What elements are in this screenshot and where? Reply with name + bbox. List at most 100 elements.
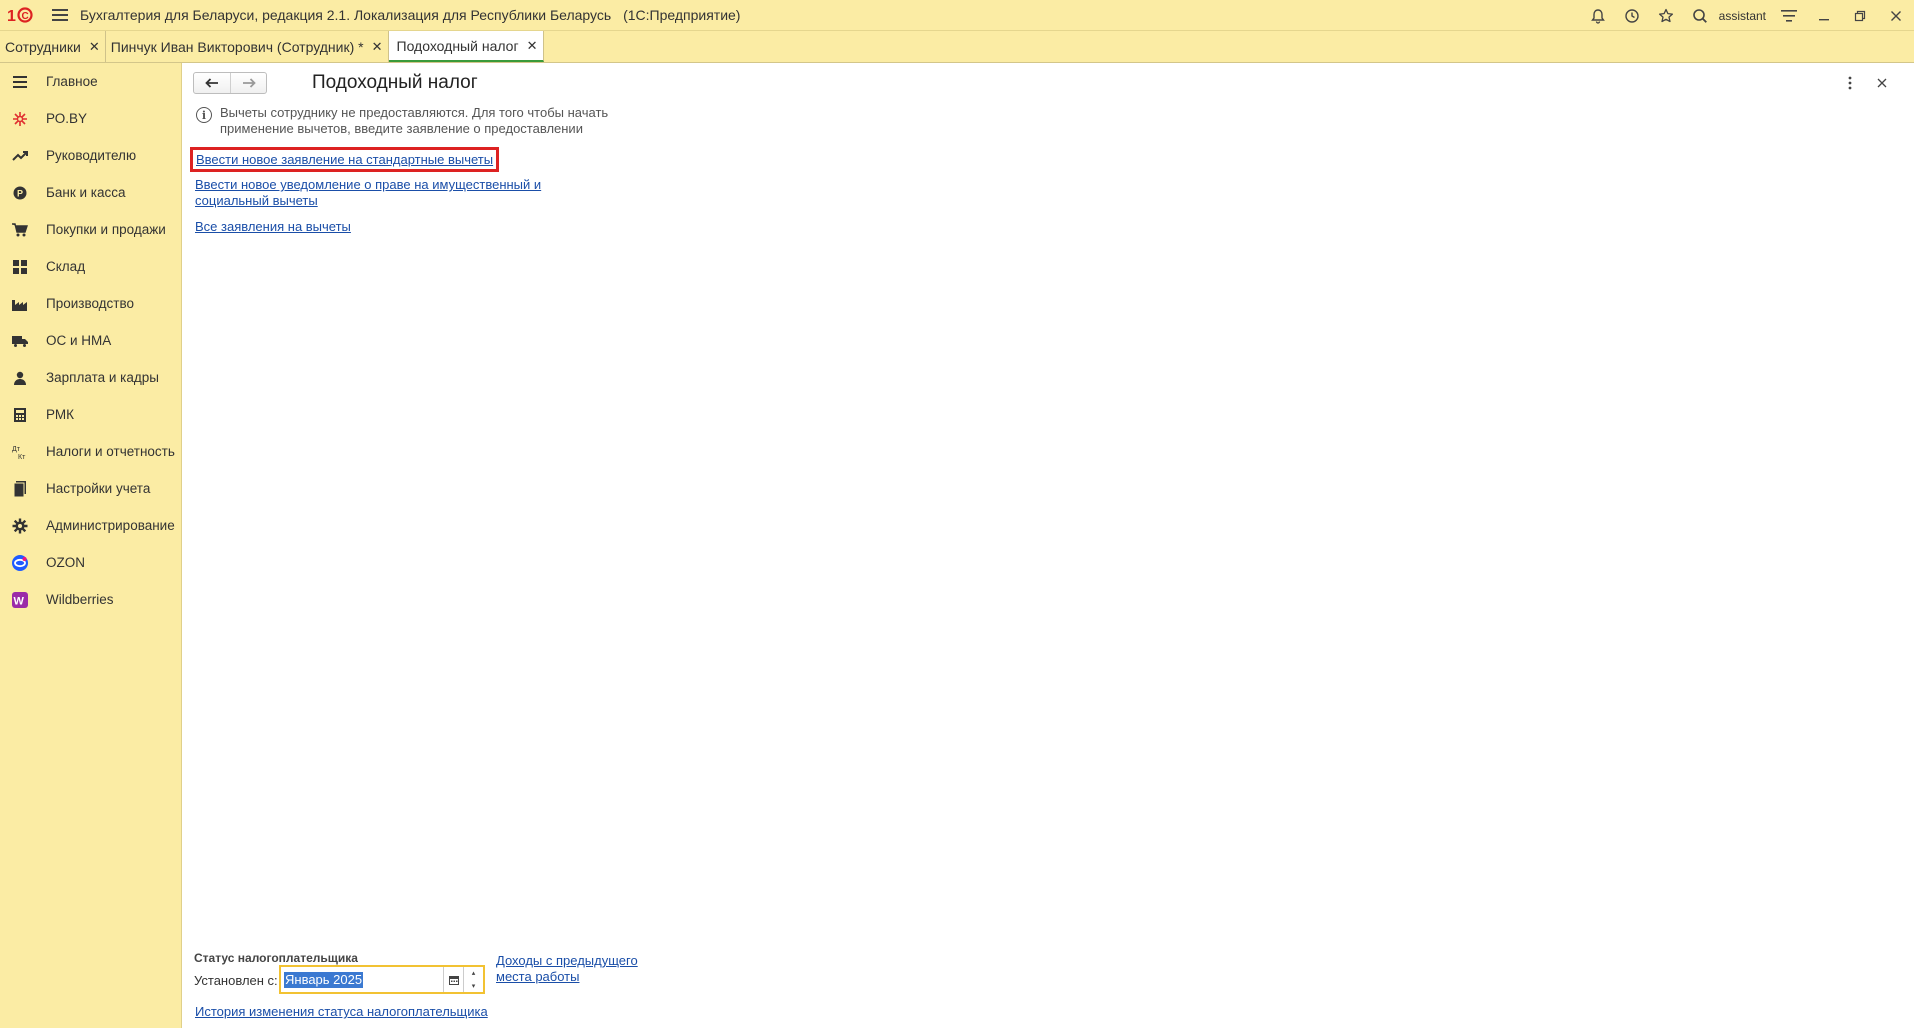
tab-employee-card[interactable]: Пинчук Иван Викторович (Сотрудник) * ✕ xyxy=(106,31,389,62)
truck-icon xyxy=(12,333,28,349)
coin-icon: Р xyxy=(12,185,28,201)
sidebar-item-accounting-settings[interactable]: Настройки учета xyxy=(0,470,181,507)
app-platform-text: (1С:Предприятие) xyxy=(623,7,741,23)
trend-icon xyxy=(12,148,28,164)
warehouse-icon xyxy=(12,259,28,275)
svg-text:W: W xyxy=(14,595,25,607)
all-deduction-applications-link[interactable]: Все заявления на вычеты xyxy=(195,219,351,235)
minimize-icon[interactable] xyxy=(1806,0,1842,31)
person-icon xyxy=(12,370,28,386)
arrow-left-icon xyxy=(205,78,218,88)
sidebar-item-fixed-assets[interactable]: ОС и НМА xyxy=(0,322,181,359)
tab-label: Сотрудники xyxy=(5,38,81,55)
sidebar-item-label: Настройки учета xyxy=(46,481,151,496)
sidebar-item-rmk[interactable]: РМК xyxy=(0,396,181,433)
sidebar-item-label: Покупки и продажи xyxy=(46,222,166,237)
ozon-icon xyxy=(12,554,28,571)
more-actions-icon[interactable] xyxy=(1834,71,1866,95)
sidebar-item-label: Производство xyxy=(46,296,135,311)
sidebar-item-director[interactable]: Руководителю xyxy=(0,137,181,174)
sidebar-item-wildberries[interactable]: W Wildberries xyxy=(0,581,181,618)
bell-icon[interactable] xyxy=(1581,0,1615,31)
highlighted-link-frame: Ввести новое заявление на стандартные вы… xyxy=(190,147,500,172)
cart-icon xyxy=(12,222,28,238)
sidebar-item-label: РО.BY xyxy=(46,111,87,126)
previous-job-income-link[interactable]: Доходы с предыдущего места работы xyxy=(496,953,646,985)
info-text: Вычеты сотруднику не предоставляются. Дл… xyxy=(220,105,609,136)
back-button[interactable] xyxy=(194,73,230,93)
set-from-period-field[interactable]: Январь 2025 ▴ ▾ xyxy=(279,965,485,994)
factory-icon xyxy=(12,296,28,312)
history-icon[interactable] xyxy=(1615,0,1649,31)
restore-icon[interactable] xyxy=(1842,0,1878,31)
sidebar-item-label: Банк и касса xyxy=(46,185,126,200)
sidebar-item-taxes-reports[interactable]: Дт Кт Налоги и отчетность xyxy=(0,433,181,470)
sections-sidebar: Главное РО.BY Руководителю Р Банк и касс… xyxy=(0,63,182,1028)
tab-label: Пинчук Иван Викторович (Сотрудник) * xyxy=(110,38,364,55)
sidebar-item-purchases-sales[interactable]: Покупки и продажи xyxy=(0,211,181,248)
new-standard-deduction-link[interactable]: Ввести новое заявление на стандартные вы… xyxy=(196,152,493,168)
sidebar-item-label: Администрирование xyxy=(46,518,175,533)
info-message: i Вычеты сотруднику не предоставляются. … xyxy=(196,105,656,137)
close-icon[interactable]: ✕ xyxy=(527,38,538,54)
search-icon[interactable] xyxy=(1683,0,1717,31)
sidebar-item-warehouse[interactable]: Склад xyxy=(0,248,181,285)
info-icon: i xyxy=(196,107,212,123)
income-tax-form: Подоходный налог i Вычеты сотруднику не … xyxy=(183,63,1914,1028)
close-icon[interactable]: ✕ xyxy=(372,39,383,55)
tab-employees[interactable]: Сотрудники ✕ xyxy=(0,31,106,62)
sidebar-item-label: Склад xyxy=(46,259,86,274)
tax-icon: Дт Кт xyxy=(12,444,28,460)
tab-income-tax[interactable]: Подоходный налог ✕ xyxy=(388,31,545,62)
navigation-buttons xyxy=(193,72,267,94)
spin-down-icon[interactable]: ▾ xyxy=(464,980,483,993)
close-window-icon[interactable] xyxy=(1878,0,1914,31)
page-title: Подоходный налог xyxy=(312,72,478,93)
sidebar-item-label: ОС и НМА xyxy=(46,333,112,348)
sidebar-item-salary-hr[interactable]: Зарплата и кадры xyxy=(0,359,181,396)
cash-register-icon xyxy=(12,407,28,423)
new-property-deduction-link[interactable]: Ввести новое уведомление о праве на имущ… xyxy=(195,177,555,209)
main-menu-icon[interactable] xyxy=(40,0,80,31)
status-history-link[interactable]: История изменения статуса налогоплательщ… xyxy=(195,1004,488,1020)
period-spinner[interactable]: ▴ ▾ xyxy=(463,967,483,992)
svg-text:Р: Р xyxy=(17,188,23,198)
sidebar-item-production[interactable]: Производство xyxy=(0,285,181,322)
sidebar-item-label: Главное xyxy=(46,74,98,89)
svg-text:Кт: Кт xyxy=(18,454,26,460)
calendar-icon[interactable] xyxy=(443,967,463,992)
forward-button[interactable] xyxy=(230,73,266,93)
arrow-right-icon xyxy=(242,78,256,88)
sidebar-item-label: Руководителю xyxy=(46,148,137,163)
wildberries-icon: W xyxy=(12,591,28,608)
sidebar-item-administration[interactable]: Администрирование xyxy=(0,507,181,544)
settings-list-icon[interactable] xyxy=(1772,0,1806,31)
sidebar-item-main[interactable]: Главное xyxy=(0,63,181,100)
menu-icon xyxy=(12,74,28,90)
svg-text:1: 1 xyxy=(7,8,16,23)
sidebar-item-bank[interactable]: Р Банк и касса xyxy=(0,174,181,211)
set-from-label: Установлен с: xyxy=(194,973,278,988)
star-icon[interactable] xyxy=(1649,0,1683,31)
sidebar-item-label: OZON xyxy=(46,555,85,570)
period-value: Январь 2025 xyxy=(284,971,364,988)
close-icon[interactable]: ✕ xyxy=(89,39,100,55)
spin-up-icon[interactable]: ▴ xyxy=(464,967,483,980)
sidebar-item-ozon[interactable]: OZON xyxy=(0,544,181,581)
period-input[interactable]: Январь 2025 xyxy=(281,967,443,992)
svg-text:Дт: Дт xyxy=(12,446,21,453)
1c-logo-icon: 1 C xyxy=(4,0,40,31)
app-title-text: Бухгалтерия для Беларуси, редакция 2.1. … xyxy=(80,7,612,23)
gear-icon xyxy=(12,518,28,534)
close-form-icon[interactable] xyxy=(1866,71,1898,95)
sidebar-item-label: Зарплата и кадры xyxy=(46,370,159,385)
sidebar-item-ro-by[interactable]: РО.BY xyxy=(0,100,181,137)
user-name[interactable]: assistant xyxy=(1719,9,1766,23)
svg-text:C: C xyxy=(22,11,29,22)
settings-book-icon xyxy=(12,480,28,497)
app-title: Бухгалтерия для Беларуси, редакция 2.1. … xyxy=(80,7,740,23)
taxpayer-status-caption: Статус налогоплательщика xyxy=(194,951,358,965)
title-bar: 1 C Бухгалтерия для Беларуси, редакция 2… xyxy=(0,0,1914,31)
sidebar-item-label: Налоги и отчетность xyxy=(46,444,175,459)
open-windows-tabs: Сотрудники ✕ Пинчук Иван Викторович (Сот… xyxy=(0,31,1914,63)
